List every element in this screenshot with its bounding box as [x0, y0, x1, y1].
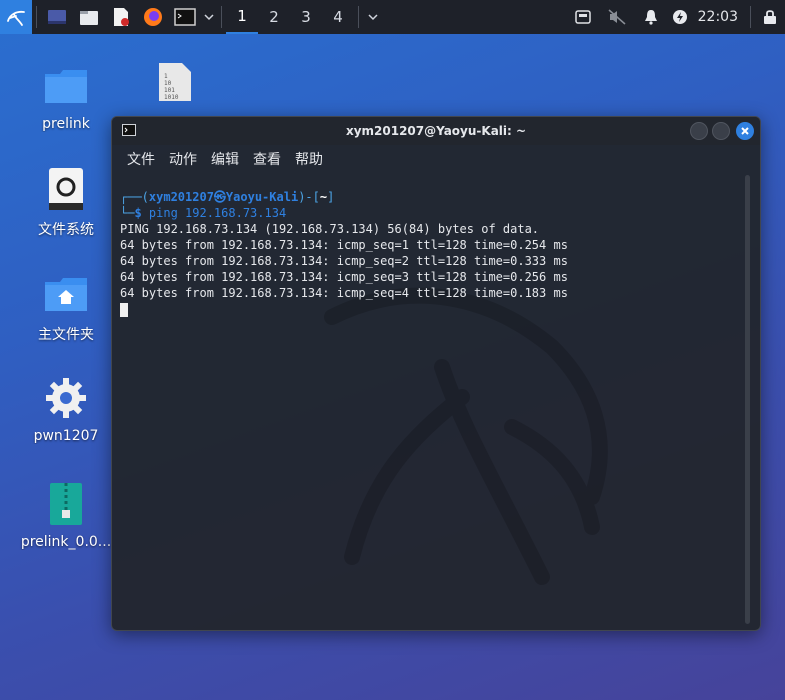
text-editor-icon: [114, 8, 129, 26]
desktop-icon: [48, 10, 66, 24]
archive-icon: [42, 480, 90, 528]
close-button[interactable]: [736, 122, 754, 140]
desktop-icon-label: 主文件夹: [38, 327, 94, 343]
desktop-icon-label: prelink_0.0...: [20, 534, 112, 550]
desktop-icon-label: 文件系统: [38, 222, 94, 238]
power-manager-button[interactable]: [668, 0, 692, 34]
launcher-dropdown-button[interactable]: [201, 0, 217, 34]
desktop-icon-prelink-archive[interactable]: prelink_0.0...: [18, 480, 114, 550]
kali-menu-button[interactable]: [0, 0, 32, 34]
desktop-icon-label: pwn1207: [33, 428, 99, 444]
clock[interactable]: 22:03: [698, 9, 738, 25]
bell-icon: [644, 10, 657, 25]
workspace-1[interactable]: 1: [226, 0, 258, 34]
network-button[interactable]: [566, 0, 600, 34]
volume-muted-icon: [608, 9, 626, 25]
lock-screen-button[interactable]: [755, 0, 785, 34]
firefox-launcher[interactable]: [137, 0, 169, 34]
menu-file[interactable]: 文件: [120, 149, 162, 169]
svg-text:1: 1: [164, 73, 168, 80]
workspace-3[interactable]: 3: [290, 0, 322, 34]
text-editor-launcher[interactable]: [105, 0, 137, 34]
notifications-button[interactable]: [634, 0, 668, 34]
chevron-down-icon: [368, 14, 378, 21]
desktop-icon-prelink[interactable]: prelink: [18, 62, 114, 132]
menu-view[interactable]: 查看: [246, 149, 288, 169]
taskbar-separator: [221, 6, 222, 28]
terminal-output[interactable]: ┌──(xym201207㉿Yaoyu-Kali)-[~] └─$ ping 1…: [120, 189, 742, 624]
gear-file-icon: [42, 374, 90, 422]
output-line: 64 bytes from 192.168.73.134: icmp_seq=1…: [120, 238, 568, 252]
show-desktop-button[interactable]: [41, 0, 73, 34]
taskbar-separator: [750, 6, 751, 28]
home-folder-icon: [42, 270, 90, 318]
command-line: ping 192.168.73.134: [148, 206, 287, 220]
svg-text:1010: 1010: [164, 94, 179, 101]
volume-button[interactable]: [600, 0, 634, 34]
taskbar: 1 2 3 4 22:03: [0, 0, 785, 34]
output-line: 64 bytes from 192.168.73.134: icmp_seq=2…: [120, 254, 568, 268]
terminal-window[interactable]: xym201207@Yaoyu-Kali: ~ 文件 动作 编辑 查看 帮助 ┌…: [111, 116, 761, 631]
window-list-button[interactable]: [363, 0, 383, 34]
desktop-icon-filesystem[interactable]: 文件系统: [18, 165, 114, 239]
desktop-icon-pwn1207[interactable]: pwn1207: [18, 374, 114, 444]
file-manager-launcher[interactable]: [73, 0, 105, 34]
kali-dragon-icon: [7, 10, 25, 26]
binary-file-icon[interactable]: 1 10 101 1010: [158, 62, 192, 106]
chevron-down-icon: [204, 14, 214, 21]
desktop-icon-label: prelink: [42, 116, 90, 132]
window-title: xym201207@Yaoyu-Kali: ~: [345, 124, 527, 138]
folder-icon: [42, 62, 90, 110]
taskbar-separator: [358, 6, 359, 28]
drive-icon: [42, 165, 90, 213]
output-line: PING 192.168.73.134 (192.168.73.134) 56(…: [120, 222, 540, 236]
terminal-launcher[interactable]: [169, 0, 201, 34]
workspace-4[interactable]: 4: [322, 0, 354, 34]
prompt-user-host: xym201207㉿Yaoyu-Kali: [148, 190, 299, 204]
taskbar-separator: [36, 6, 37, 28]
output-line: 64 bytes from 192.168.73.134: icmp_seq=4…: [120, 286, 568, 300]
file-manager-icon: [80, 11, 98, 25]
terminal-icon: [174, 8, 196, 26]
desktop-icon-home[interactable]: 主文件夹: [18, 270, 114, 344]
menu-help[interactable]: 帮助: [288, 149, 330, 169]
maximize-button[interactable]: [712, 122, 730, 140]
menu-bar: 文件 动作 编辑 查看 帮助: [112, 145, 760, 173]
window-titlebar[interactable]: xym201207@Yaoyu-Kali: ~: [112, 117, 760, 145]
minimize-button[interactable]: [690, 122, 708, 140]
workspace-2[interactable]: 2: [258, 0, 290, 34]
lock-icon: [764, 10, 776, 24]
network-icon: [574, 10, 591, 24]
menu-edit[interactable]: 编辑: [204, 149, 246, 169]
svg-text:101: 101: [164, 87, 175, 94]
power-bolt-icon: [672, 10, 687, 24]
close-icon: [741, 127, 749, 135]
scrollbar[interactable]: [745, 175, 750, 624]
firefox-icon: [144, 8, 162, 26]
text-cursor: [120, 302, 128, 317]
system-tray: 22:03: [566, 0, 785, 34]
menu-actions[interactable]: 动作: [162, 149, 204, 169]
output-line: 64 bytes from 192.168.73.134: icmp_seq=3…: [120, 270, 568, 284]
svg-text:10: 10: [164, 80, 172, 87]
